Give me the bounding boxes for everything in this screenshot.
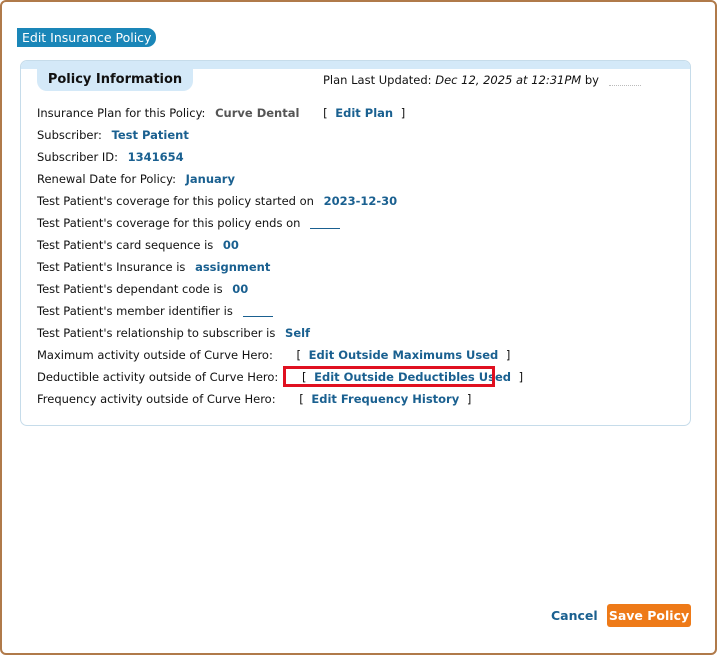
coverage-end-label: Test Patient's coverage for this policy … xyxy=(37,216,301,230)
row-max-activity: Maximum activity outside of Curve Hero: … xyxy=(37,347,510,363)
member-identifier-value-blank xyxy=(242,307,273,317)
insurance-type-value: assignment xyxy=(195,260,271,274)
policy-information-tab: Policy Information xyxy=(37,68,193,91)
subscriber-label: Subscriber: xyxy=(37,128,102,142)
plan-updated-label: Plan Last Updated: xyxy=(323,73,432,87)
renewal-date-label: Renewal Date for Policy: xyxy=(37,172,176,186)
cancel-button[interactable]: Cancel xyxy=(551,608,598,623)
edit-insurance-policy-dialog: Edit Insurance Policy Policy Information… xyxy=(0,0,717,655)
bracket-open: [ xyxy=(323,106,328,120)
bracket-close: ] xyxy=(505,348,511,362)
row-subscriber-id: Subscriber ID: 1341654 xyxy=(37,149,184,165)
row-dependant-code: Test Patient's dependant code is 00 xyxy=(37,281,248,297)
card-sequence-value: 00 xyxy=(222,238,239,252)
row-frequency-activity: Frequency activity outside of Curve Hero… xyxy=(37,391,471,407)
bracket-close: ] xyxy=(466,392,472,406)
relationship-value: Self xyxy=(285,326,311,340)
card-sequence-label: Test Patient's card sequence is xyxy=(37,238,214,252)
row-insurance-type: Test Patient's Insurance is assignment xyxy=(37,259,270,275)
max-activity-label: Maximum activity outside of Curve Hero: xyxy=(37,348,273,362)
coverage-start-label: Test Patient's coverage for this policy … xyxy=(37,194,314,208)
plan-updated-by: by xyxy=(584,73,599,87)
dependant-code-label: Test Patient's dependant code is xyxy=(37,282,223,296)
edit-frequency-history-link[interactable]: Edit Frequency History xyxy=(311,392,459,406)
edit-outside-maximums-link[interactable]: Edit Outside Maximums Used xyxy=(309,348,499,362)
insurance-type-label: Test Patient's Insurance is xyxy=(37,260,186,274)
plan-updated-date: Dec 12, 2025 at 12:31PM xyxy=(435,73,582,87)
bracket-close: ] xyxy=(400,106,406,120)
row-coverage-end: Test Patient's coverage for this policy … xyxy=(37,215,341,231)
insurance-plan-label: Insurance Plan for this Policy: xyxy=(37,106,206,120)
bracket-close: ] xyxy=(518,370,524,384)
row-insurance-plan: Insurance Plan for this Policy: Curve De… xyxy=(37,105,405,121)
row-card-sequence: Test Patient's card sequence is 00 xyxy=(37,237,239,253)
policy-information-panel: Policy Information Plan Last Updated: De… xyxy=(20,60,691,426)
frequency-activity-label: Frequency activity outside of Curve Hero… xyxy=(37,392,276,406)
row-coverage-start: Test Patient's coverage for this policy … xyxy=(37,193,397,209)
subscriber-id-label: Subscriber ID: xyxy=(37,150,119,164)
coverage-start-value: 2023-12-30 xyxy=(323,194,398,208)
deductible-activity-label: Deductible activity outside of Curve Her… xyxy=(37,370,279,384)
bracket-open: [ xyxy=(296,348,302,362)
bracket-open: [ xyxy=(299,392,304,406)
plan-updated-user xyxy=(608,76,641,86)
row-relationship: Test Patient's relationship to subscribe… xyxy=(37,325,310,341)
insurance-plan-value: Curve Dental xyxy=(215,106,300,120)
member-identifier-label: Test Patient's member identifier is xyxy=(37,304,233,318)
subscriber-value: Test Patient xyxy=(111,128,189,142)
save-policy-button[interactable]: Save Policy xyxy=(607,604,691,627)
highlight-box xyxy=(283,366,495,387)
dependant-code-value: 00 xyxy=(232,282,249,296)
coverage-end-value-blank xyxy=(310,219,341,229)
row-member-identifier: Test Patient's member identifier is xyxy=(37,303,273,319)
relationship-label: Test Patient's relationship to subscribe… xyxy=(37,326,276,340)
renewal-date-value: January xyxy=(185,172,235,186)
row-renewal-date: Renewal Date for Policy: January xyxy=(37,171,235,187)
edit-plan-link[interactable]: Edit Plan xyxy=(335,106,393,120)
subscriber-id-value: 1341654 xyxy=(127,150,184,164)
plan-last-updated: Plan Last Updated: Dec 12, 2025 at 12:31… xyxy=(323,73,641,87)
dialog-title: Edit Insurance Policy xyxy=(17,28,157,47)
row-subscriber: Subscriber: Test Patient xyxy=(37,127,189,143)
